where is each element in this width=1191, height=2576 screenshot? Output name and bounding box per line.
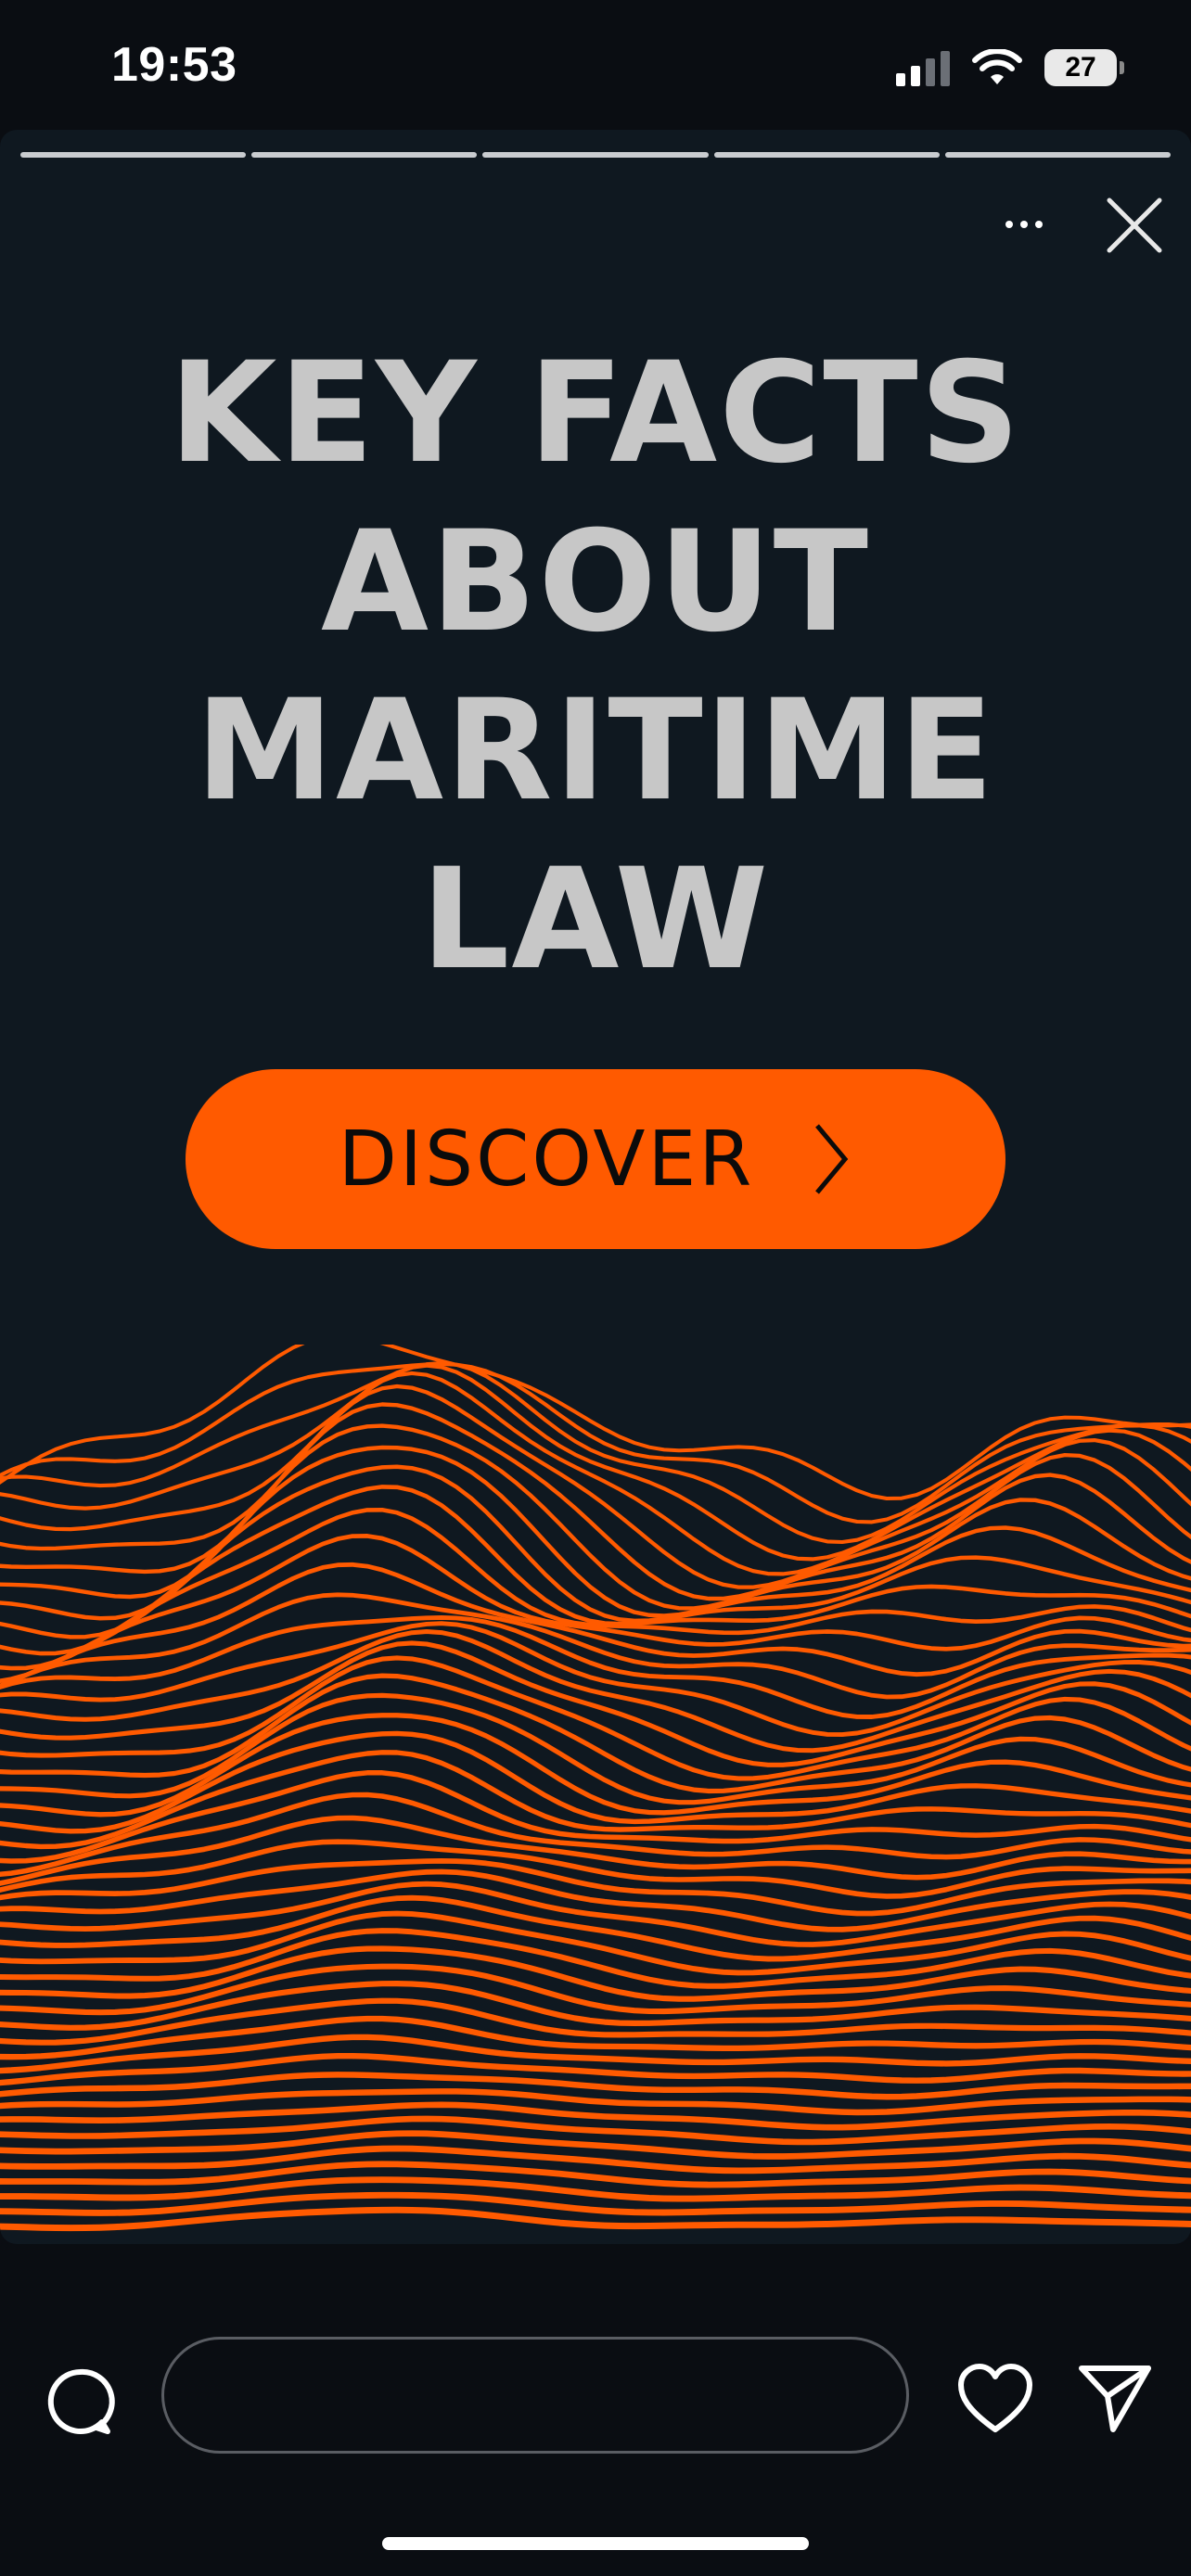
progress-segment <box>713 152 940 158</box>
headline-line: ABOUT <box>320 502 871 663</box>
discover-button-label: DISCOVER <box>338 1115 755 1204</box>
comment-bubble-icon[interactable] <box>43 2365 117 2439</box>
reply-input[interactable] <box>161 2337 909 2454</box>
story-card[interactable]: KEY FACTS ABOUT MARITIME LAW DISCOVER <box>0 130 1191 2244</box>
wave-line <box>0 2072 1191 2100</box>
heart-icon[interactable] <box>957 2363 1033 2435</box>
battery-icon: 27 <box>1044 49 1124 86</box>
progress-segment <box>482 152 709 158</box>
progress-segment <box>20 152 247 158</box>
discover-button[interactable]: DISCOVER <box>186 1069 1005 1249</box>
send-icon[interactable] <box>1076 2361 1154 2435</box>
more-options-icon[interactable] <box>1000 206 1048 243</box>
chevron-right-icon <box>815 1124 849 1194</box>
headline-line: LAW <box>420 839 771 1001</box>
cellular-signal-icon <box>896 49 950 86</box>
wave-line-artwork <box>0 1345 1191 2232</box>
status-bar: 19:53 27 <box>0 0 1191 130</box>
headline-line: MARITIME <box>195 670 996 832</box>
story-progress-bar <box>20 152 1172 158</box>
wave-line <box>0 2130 1191 2160</box>
progress-segment <box>251 152 478 158</box>
close-icon[interactable] <box>1102 193 1167 258</box>
story-headline: KEY FACTS ABOUT MARITIME LAW <box>74 329 1117 1004</box>
status-time: 19:53 <box>111 38 237 92</box>
wave-line <box>0 2101 1191 2131</box>
wave-line <box>0 1621 1191 1738</box>
progress-segment <box>944 152 1172 158</box>
headline-line: KEY FACTS <box>169 333 1022 494</box>
wifi-icon <box>972 49 1022 84</box>
wave-line <box>0 2088 1191 2116</box>
wave-line <box>0 1360 1191 1545</box>
home-indicator <box>382 2537 809 2550</box>
status-icons: 27 <box>896 45 1124 91</box>
wave-line <box>0 1464 1191 1639</box>
battery-level: 27 <box>1065 52 1096 83</box>
wave-line <box>0 2115 1191 2146</box>
wave-line <box>0 1881 1191 1947</box>
